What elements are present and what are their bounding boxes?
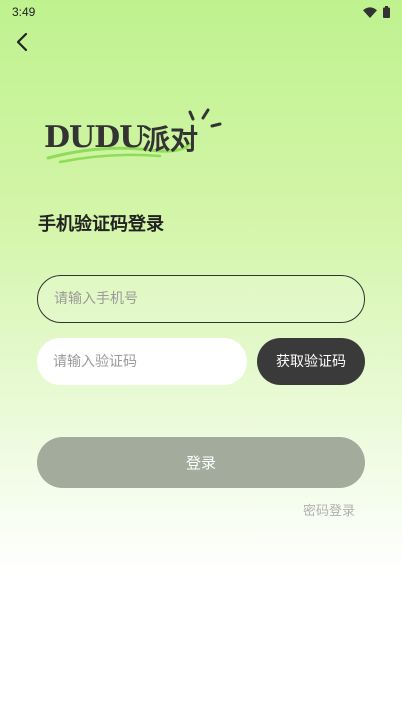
status-time: 3:49	[12, 5, 36, 19]
phone-input[interactable]	[38, 276, 364, 322]
password-login-link[interactable]: 密码登录	[303, 500, 355, 519]
code-input[interactable]	[37, 338, 247, 385]
login-button[interactable]: 登录	[37, 437, 365, 488]
wifi-icon	[363, 3, 377, 22]
chevron-left-icon	[15, 32, 29, 56]
phone-field[interactable]	[37, 275, 365, 323]
logo-text-en: DUDU	[44, 120, 145, 155]
logo: DUDU 派对	[40, 104, 230, 170]
page-title: 手机验证码登录	[38, 214, 164, 235]
status-icons	[363, 3, 390, 22]
status-bar: 3:49	[0, 0, 402, 24]
battery-icon	[383, 3, 390, 22]
get-code-button[interactable]: 获取验证码	[257, 338, 365, 385]
code-field[interactable]	[37, 338, 247, 385]
back-button[interactable]	[10, 32, 34, 56]
logo-text-cn: 派对	[142, 123, 199, 156]
